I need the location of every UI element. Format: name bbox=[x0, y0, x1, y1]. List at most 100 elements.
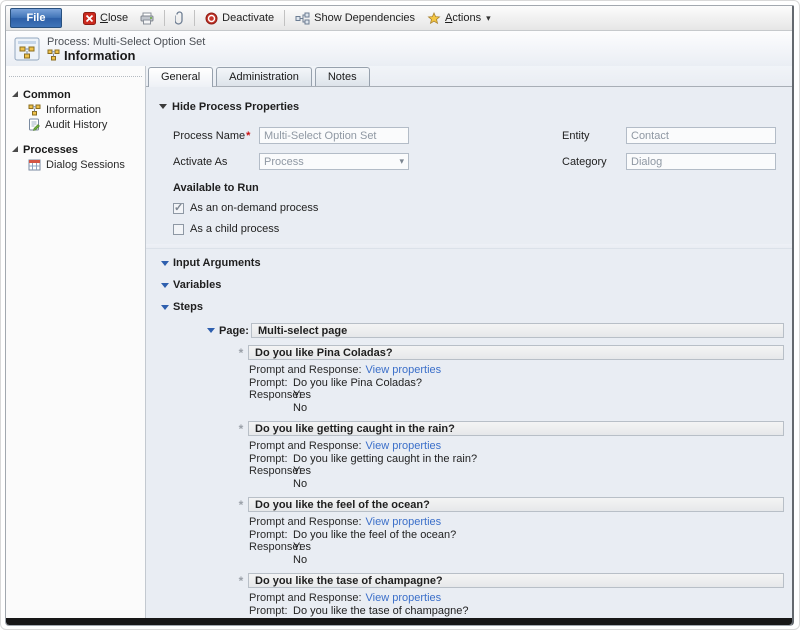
deactivate-icon bbox=[205, 12, 218, 24]
activate-as-label: Activate As bbox=[173, 155, 228, 168]
sidebar-item-label: Audit History bbox=[45, 118, 108, 131]
view-properties-link[interactable]: View properties bbox=[366, 440, 442, 453]
sidebar-item-information[interactable]: Information bbox=[6, 102, 145, 117]
variables-section[interactable]: Variables bbox=[161, 279, 786, 291]
close-icon bbox=[83, 11, 96, 25]
actions-icon bbox=[427, 11, 441, 24]
toolbar-separator bbox=[194, 10, 196, 26]
step-bullet-icon: * bbox=[238, 345, 244, 360]
step-title-bar[interactable]: Do you like the feel of the ocean? bbox=[248, 497, 784, 512]
step-title-bar[interactable]: Do you like Pina Coladas? bbox=[248, 345, 784, 360]
attach-button[interactable] bbox=[170, 9, 189, 27]
view-properties-link[interactable]: View properties bbox=[366, 516, 442, 529]
section-label: Variables bbox=[173, 279, 222, 291]
file-button[interactable]: File bbox=[10, 8, 62, 28]
show-dependencies-button[interactable]: Show Dependencies bbox=[290, 10, 420, 27]
prompt-response-label: Prompt and Response: bbox=[249, 592, 362, 604]
response-option: No bbox=[293, 553, 308, 566]
steps-section[interactable]: Steps bbox=[161, 301, 786, 313]
deactivate-button[interactable]: Deactivate bbox=[200, 10, 279, 27]
category-input[interactable] bbox=[626, 153, 776, 170]
tab-administration[interactable]: Administration bbox=[216, 67, 312, 86]
checkbox-label: As an on-demand process bbox=[190, 202, 319, 214]
close-button[interactable]: Close bbox=[78, 10, 133, 27]
step-bullet-icon: * bbox=[238, 497, 244, 512]
response-option: Yes bbox=[293, 389, 311, 401]
collapse-triangle-icon bbox=[207, 328, 215, 333]
paperclip-icon bbox=[175, 11, 183, 25]
view-properties-link[interactable]: View properties bbox=[366, 364, 442, 377]
step-block: * Do you like getting caught in the rain… bbox=[237, 421, 786, 490]
checkbox-label: As a child process bbox=[190, 223, 280, 235]
step-bullet-icon: * bbox=[238, 421, 244, 436]
sidebar-item-audit-history[interactable]: Audit History bbox=[6, 117, 145, 132]
required-asterisk: * bbox=[246, 129, 251, 142]
page-label: Page: bbox=[219, 324, 249, 337]
response-option: Yes bbox=[293, 465, 311, 477]
toolbar: File Close Deactivate Show Dependencies … bbox=[6, 6, 792, 31]
information-icon bbox=[28, 104, 41, 115]
sidebar-group-processes[interactable]: Processes bbox=[6, 142, 145, 157]
step-bullet-icon: * bbox=[238, 573, 244, 588]
response-option: No bbox=[293, 401, 308, 414]
category-label: Category bbox=[562, 155, 607, 168]
tab-notes[interactable]: Notes bbox=[314, 67, 370, 86]
actions-button[interactable]: Actions ▾ bbox=[422, 10, 496, 27]
activate-as-dropdown[interactable]: Process ▾ bbox=[259, 153, 409, 170]
page-step[interactable]: Page: Multi-select page bbox=[207, 323, 786, 338]
view-properties-link[interactable]: View properties bbox=[366, 592, 442, 605]
on-demand-process-option[interactable]: As an on-demand process bbox=[173, 201, 786, 214]
entity-label: Entity bbox=[562, 129, 590, 142]
screenshot-frame: File Close Deactivate Show Dependencies … bbox=[0, 0, 800, 630]
prompt-label: Prompt: bbox=[249, 452, 288, 465]
close-label: Close bbox=[100, 12, 129, 24]
entity-input[interactable] bbox=[626, 127, 776, 144]
prompt-text: Do you like getting caught in the rain? bbox=[293, 452, 478, 465]
toolbar-separator bbox=[284, 10, 286, 26]
collapse-triangle-icon bbox=[161, 260, 169, 266]
process-form-icon bbox=[14, 37, 40, 60]
response-label: Response: bbox=[249, 465, 302, 477]
prompt-response-label: Prompt and Response: bbox=[249, 516, 362, 528]
step-title-bar[interactable]: Do you like the tase of champagne? bbox=[248, 573, 784, 588]
tab-strip: General Administration Notes bbox=[146, 66, 792, 87]
tab-general[interactable]: General bbox=[148, 67, 214, 87]
step-block: * Do you like the tase of champagne? Pro… bbox=[237, 573, 786, 618]
step-title-bar[interactable]: Do you like getting caught in the rain? bbox=[248, 421, 784, 436]
sidebar-group-label: Processes bbox=[23, 143, 79, 156]
general-tab-content: Hide Process Properties Process Name* En… bbox=[146, 87, 792, 618]
response-option: Yes bbox=[293, 541, 311, 553]
response-label: Response: bbox=[249, 617, 302, 618]
process-name-label: Process Name* bbox=[173, 129, 251, 142]
hide-properties-label: Hide Process Properties bbox=[172, 101, 300, 113]
hide-process-properties-toggle[interactable]: Hide Process Properties bbox=[159, 101, 786, 113]
print-button[interactable] bbox=[135, 10, 159, 27]
tree-expander-icon bbox=[12, 145, 18, 152]
sidebar: Common Information Audit History Process… bbox=[6, 66, 146, 618]
actions-label: Actions bbox=[445, 12, 482, 24]
sidebar-group-common[interactable]: Common bbox=[6, 87, 145, 102]
prompt-label: Prompt: bbox=[249, 376, 288, 389]
sidebar-divider bbox=[9, 76, 142, 77]
dialog-sessions-icon bbox=[28, 159, 41, 170]
page-title-bar[interactable]: Multi-select page bbox=[250, 323, 784, 338]
child-process-option[interactable]: As a child process bbox=[173, 223, 786, 235]
show-dependencies-label: Show Dependencies bbox=[314, 12, 416, 24]
step-block: * Do you like Pina Coladas? Prompt and R… bbox=[237, 345, 786, 414]
available-to-run-label: Available to Run bbox=[173, 182, 259, 194]
sidebar-item-dialog-sessions[interactable]: Dialog Sessions bbox=[6, 157, 145, 172]
prompt-text: Do you like the tase of champagne? bbox=[293, 604, 469, 617]
step-details: Prompt and Response: View properties Prom… bbox=[249, 592, 786, 618]
collapse-triangle-icon bbox=[161, 282, 169, 288]
collapse-triangle-icon bbox=[159, 104, 167, 109]
response-label: Response: bbox=[249, 389, 302, 401]
prompt-label: Prompt: bbox=[249, 528, 288, 541]
input-arguments-section[interactable]: Input Arguments bbox=[161, 257, 786, 269]
sidebar-item-label: Dialog Sessions bbox=[46, 158, 125, 171]
deactivate-label: Deactivate bbox=[222, 12, 275, 24]
response-option: No bbox=[293, 477, 308, 490]
prompt-response-label: Prompt and Response: bbox=[249, 440, 362, 452]
checkbox-checked-icon[interactable] bbox=[173, 201, 184, 214]
process-name-input[interactable] bbox=[259, 127, 409, 144]
checkbox-unchecked-icon[interactable] bbox=[173, 223, 184, 235]
